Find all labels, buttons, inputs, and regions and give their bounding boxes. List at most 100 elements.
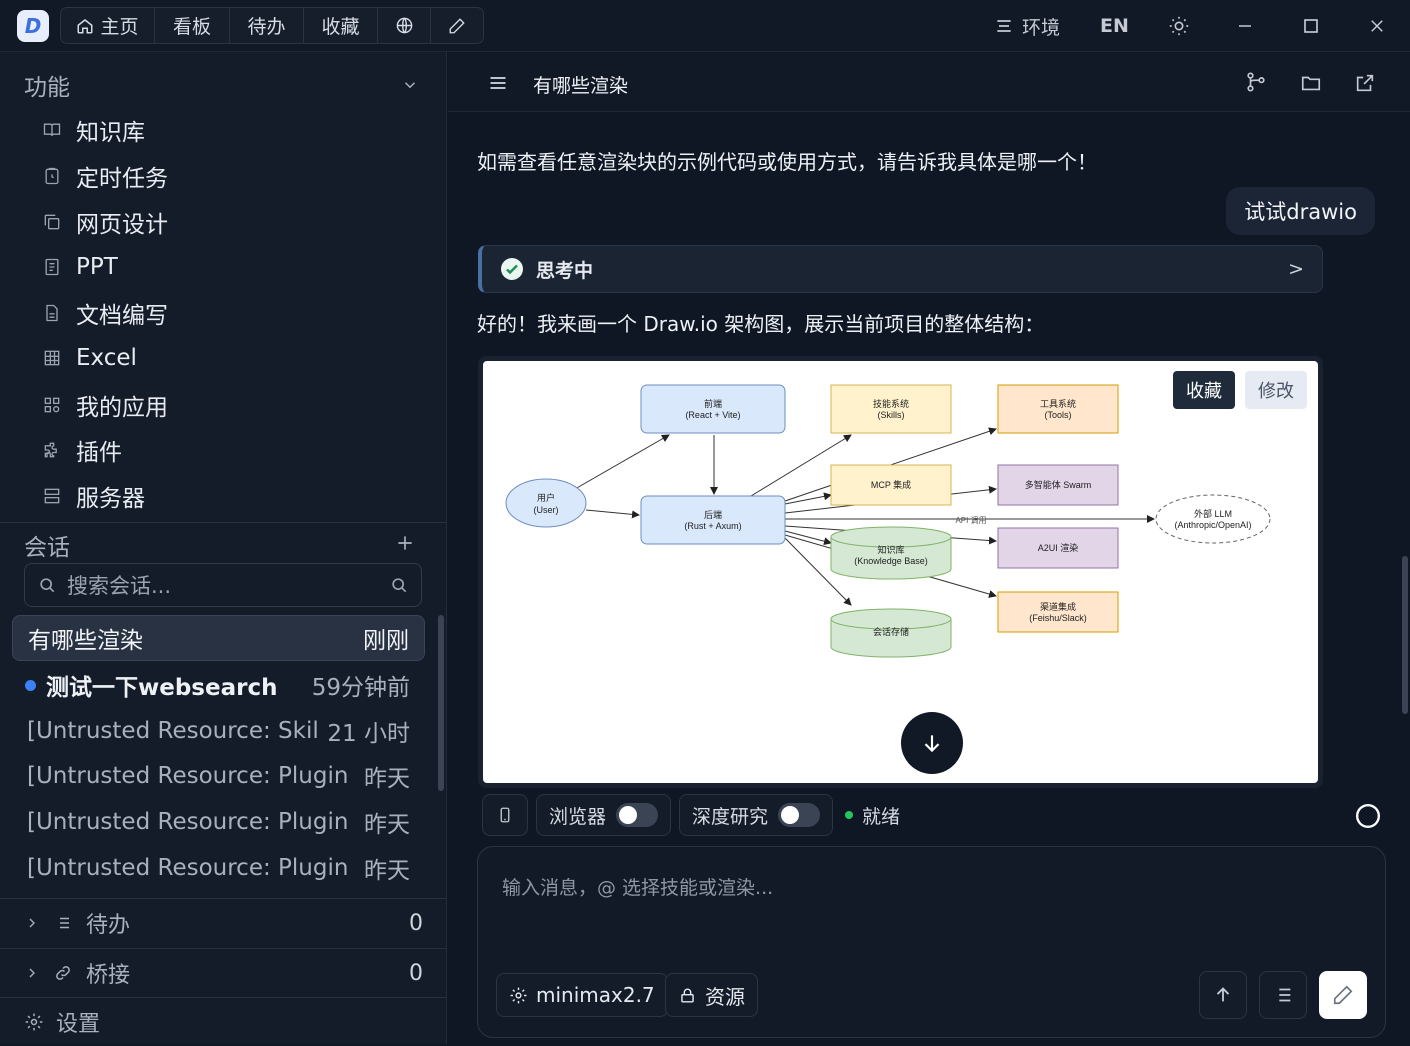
node-backend-line2: (Rust + Axum) <box>684 521 741 531</box>
sidebar-item-my-apps[interactable]: 我的应用 <box>42 388 168 422</box>
tab-home[interactable]: 主页 <box>61 8 155 43</box>
chat-scrollbar[interactable] <box>1402 556 1408 714</box>
tab-board[interactable]: 看板 <box>155 8 230 43</box>
phone-icon <box>500 807 510 823</box>
apps-icon <box>44 397 60 413</box>
research-switch[interactable] <box>778 803 821 827</box>
diagram-nodes <box>505 384 1271 658</box>
node-tools-line2: (Tools) <box>1044 410 1071 420</box>
expand-chevron: > <box>1288 258 1304 280</box>
node-channel-line1: 渠道集成 <box>1040 601 1076 612</box>
chevron-right-icon <box>29 918 35 928</box>
scroll-to-bottom-button[interactable] <box>901 712 963 774</box>
bridge-collapsible[interactable]: 桥接 0 <box>0 949 447 997</box>
favorite-button[interactable]: 收藏 <box>1173 371 1235 409</box>
compose-button[interactable] <box>1319 971 1367 1019</box>
session-item-active[interactable]: 有哪些渲染 刚刚 <box>12 615 425 661</box>
chevron-right-icon <box>29 968 35 978</box>
sidebar-item-scheduled-tasks[interactable]: 定时任务 <box>42 159 168 193</box>
node-frontend-line1: 前端 <box>704 398 722 409</box>
document-icon <box>46 304 58 322</box>
sidebar: 功能 知识库 定时任务 网页设计 PPT 文档编写 Excel 我的应用 插件 … <box>0 52 447 1044</box>
node-store: 会话存储 <box>873 626 909 637</box>
session-item[interactable]: [Untrusted Resource: Plugin ... 昨天 <box>12 799 425 845</box>
session-item[interactable]: [Untrusted Resource: Plugin ... 昨天 <box>12 845 425 891</box>
tab-favorites[interactable]: 收藏 <box>304 8 378 43</box>
minimize-button[interactable] <box>1236 12 1254 40</box>
arrow-down-icon <box>924 735 940 753</box>
todo-count: 0 <box>409 910 423 936</box>
todo-collapsible[interactable]: 待办 0 <box>0 899 447 947</box>
add-session-icon[interactable] <box>395 533 415 553</box>
features-section-title: 功能 <box>24 75 70 101</box>
chat-header: 有哪些渲染 <box>448 52 1410 112</box>
branch-icon[interactable] <box>1245 71 1267 93</box>
sidebar-item-knowledge[interactable]: 知识库 <box>42 113 145 147</box>
server-icon <box>44 488 60 504</box>
sessions-section-title: 会话 <box>24 535 70 561</box>
sidebar-item-plugins[interactable]: 插件 <box>42 433 122 467</box>
sidebar-divider <box>0 522 447 523</box>
status-dot <box>845 811 854 819</box>
session-item[interactable]: 测试一下websearch 59分钟前 <box>12 662 425 708</box>
tab-todo[interactable]: 待办 <box>230 8 304 43</box>
search-input[interactable]: 搜索会话... <box>67 570 379 600</box>
architecture-diagram: 用户 (User) 前端 (React + Vite) 后端 (Rust + A… <box>505 384 1271 658</box>
node-user-line1: 用户 <box>537 492 555 503</box>
menu-icon[interactable] <box>488 73 508 93</box>
pencil-icon <box>449 17 465 33</box>
close-button[interactable] <box>1368 12 1386 40</box>
gear-icon <box>25 1013 43 1031</box>
sidebar-item-ppt[interactable]: PPT <box>42 250 118 284</box>
sidebar-item-web-design[interactable]: 网页设计 <box>42 205 168 239</box>
pencil-icon <box>1333 985 1353 1005</box>
puzzle-icon <box>44 442 57 458</box>
clipboard-clock-icon <box>45 167 59 185</box>
maximize-button[interactable] <box>1302 12 1320 40</box>
session-list-scrollbar[interactable] <box>438 615 444 791</box>
message-input[interactable]: 输入消息，@ 选择技能或渲染... <box>502 873 773 900</box>
composer-toolbar: 浏览器 深度研究 就绪 <box>482 794 900 836</box>
node-a2ui: A2UI 渲染 <box>1038 542 1079 553</box>
chevron-down-icon[interactable] <box>401 76 419 94</box>
drawio-diagram: 用户 (User) 前端 (React + Vite) 后端 (Rust + A… <box>478 356 1323 788</box>
resources-button[interactable]: 资源 <box>665 973 758 1017</box>
thinking-panel[interactable]: 思考中 > <box>478 245 1323 293</box>
settings-button[interactable]: 设置 <box>0 998 447 1046</box>
browser-toggle[interactable]: 浏览器 <box>536 794 672 836</box>
globe-icon <box>396 17 412 34</box>
environment-button[interactable]: 环境 <box>994 12 1060 40</box>
external-link-icon[interactable] <box>1354 72 1376 94</box>
sidebar-item-servers[interactable]: 服务器 <box>42 479 145 513</box>
copy-pages-icon <box>44 214 60 230</box>
model-selector[interactable]: minimax2.7 <box>496 973 668 1017</box>
diagram-canvas[interactable]: 用户 (User) 前端 (React + Vite) 后端 (Rust + A… <box>483 361 1318 783</box>
session-item[interactable]: [Untrusted Resource: Skill... 21 小时 <box>12 708 425 754</box>
session-item[interactable]: [Untrusted Resource: Plugin ... 昨天 <box>12 753 425 799</box>
theme-toggle[interactable] <box>1168 12 1190 40</box>
status-indicator: 就绪 <box>845 802 900 829</box>
browser-switch[interactable] <box>616 803 659 827</box>
deep-research-toggle[interactable]: 深度研究 <box>679 794 834 836</box>
close-icon <box>1371 20 1383 32</box>
node-tools-line1: 工具系统 <box>1040 398 1076 409</box>
link-icon <box>56 966 70 980</box>
language-toggle[interactable]: EN <box>1100 12 1129 40</box>
list-icon <box>1275 988 1291 1002</box>
sidebar-item-excel[interactable]: Excel <box>42 341 137 375</box>
pencil-button[interactable] <box>431 8 483 43</box>
edit-button[interactable]: 修改 <box>1245 371 1307 409</box>
folder-icon[interactable] <box>1300 72 1322 94</box>
user-message: 试试drawio <box>1226 187 1375 235</box>
send-up-button[interactable] <box>1199 971 1247 1019</box>
globe-button[interactable] <box>378 8 431 43</box>
mobile-toggle-button[interactable] <box>482 794 528 836</box>
message-composer[interactable]: 输入消息，@ 选择技能或渲染... minimax2.7 资源 <box>477 846 1386 1038</box>
loading-circle-icon <box>1355 803 1381 829</box>
gear-icon <box>510 987 527 1003</box>
sidebar-item-doc-writing[interactable]: 文档编写 <box>42 296 168 330</box>
assistant-message: 如需查看任意渲染块的示例代码或使用方式，请告诉我具体是哪一个！ <box>477 150 1097 174</box>
list-button[interactable] <box>1259 971 1307 1019</box>
session-search[interactable]: 搜索会话... <box>24 563 422 607</box>
search-submit-icon[interactable] <box>389 575 409 595</box>
